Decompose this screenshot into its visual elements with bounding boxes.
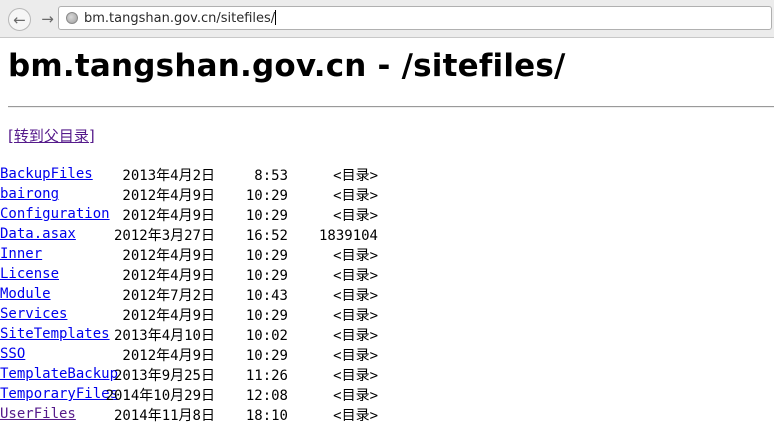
entry-size: <目录> [333,248,378,264]
listing-row: 2012年4月9日 10:29 <目录> bairong [0,186,774,206]
entry-size: 1839104 [318,228,378,244]
entry-size: <目录> [333,348,378,364]
forward-arrow-icon[interactable]: → [37,8,58,29]
entry-date: 2014年11月8日 [113,408,215,424]
listing-row: 2012年4月9日 10:29 <目录> Configuration [0,206,774,226]
entry-time: 10:29 [245,348,288,364]
entry-link[interactable]: TemplateBackup [0,366,118,382]
entry-time: 10:02 [245,328,288,344]
entry-time: 10:29 [245,268,288,284]
entry-time: 10:29 [245,188,288,204]
entry-date: 2012年4月9日 [122,348,215,364]
directory-listing: 2013年4月2日 8:53 <目录> BackupFiles 2012年4月9日 10:… [0,166,774,426]
entry-size: <目录> [333,168,378,184]
entry-time: 18:10 [245,408,288,424]
entry-link[interactable]: Data.asax [0,226,76,242]
entry-size: <目录> [333,288,378,304]
entry-size: <目录> [333,308,378,324]
entry-date: 2013年4月10日 [113,328,215,344]
entry-date: 2012年4月9日 [122,208,215,224]
listing-row: 2012年4月9日 10:29 <目录> SSO [0,346,774,366]
entry-link[interactable]: Configuration [0,206,110,222]
entry-time: 11:26 [245,368,288,384]
entry-date: 2014年10月29日 [105,388,215,404]
entry-date: 2012年4月9日 [122,268,215,284]
entry-link[interactable]: BackupFiles [0,166,93,182]
entry-link[interactable]: Services [0,306,67,322]
entry-date: 2012年3月27日 [113,228,215,244]
entry-size: <目录> [333,268,378,284]
page-title: bm.tangshan.gov.cn - /sitefiles/ [8,48,566,84]
entry-time: 16:52 [245,228,288,244]
entry-time: 10:43 [245,288,288,304]
parent-directory-link[interactable]: [转到父目录] [8,125,95,146]
listing-row: 2012年3月27日 16:52 1839104 Data.asax [0,226,774,246]
listing-row: 2012年4月9日 10:29 <目录> Services [0,306,774,326]
entry-date: 2012年4月9日 [122,248,215,264]
listing-row: 2014年11月8日 18:10 <目录> UserFiles [0,406,774,426]
browser-toolbar: ← → bm.tangshan.gov.cn/sitefiles/ [0,0,774,38]
entry-size: <目录> [333,368,378,384]
listing-row: 2013年4月10日 10:02 <目录> SiteTemplates [0,326,774,346]
entry-date: 2012年4月9日 [122,308,215,324]
entry-size: <目录> [333,328,378,344]
entry-time: 8:53 [254,168,288,184]
listing-row: 2012年4月9日 10:29 <目录> License [0,266,774,286]
entry-size: <目录> [333,188,378,204]
entry-link[interactable]: Module [0,286,51,302]
listing-row: 2013年9月25日 11:26 <目录> TemplateBackup [0,366,774,386]
listing-row: 2013年4月2日 8:53 <目录> BackupFiles [0,166,774,186]
entry-time: 10:29 [245,248,288,264]
text-caret [275,10,277,25]
entry-date: 2012年7月2日 [122,288,215,304]
horizontal-rule [8,106,774,108]
entry-date: 2012年4月9日 [122,188,215,204]
address-bar[interactable]: bm.tangshan.gov.cn/sitefiles/ [58,6,772,30]
url-text[interactable]: bm.tangshan.gov.cn/sitefiles/ [84,10,277,26]
entry-link[interactable]: License [0,266,59,282]
listing-row: 2012年7月2日 10:43 <目录> Module [0,286,774,306]
entry-time: 12:08 [245,388,288,404]
entry-date: 2013年4月2日 [122,168,215,184]
entry-size: <目录> [333,388,378,404]
entry-time: 10:29 [245,208,288,224]
listing-row: 2014年10月29日 12:08 <目录> TemporaryFiles [0,386,774,406]
entry-link[interactable]: Inner [0,246,42,262]
back-arrow-icon[interactable]: ← [8,8,31,31]
entry-size: <目录> [333,408,378,424]
entry-link[interactable]: SSO [0,346,25,362]
entry-link[interactable]: TemporaryFiles [0,386,118,402]
globe-icon [66,12,78,24]
listing-row: 2012年4月9日 10:29 <目录> Inner [0,246,774,266]
entry-link[interactable]: bairong [0,186,59,202]
entry-link[interactable]: SiteTemplates [0,326,110,342]
entry-time: 10:29 [245,308,288,324]
entry-date: 2013年9月25日 [113,368,215,384]
entry-link[interactable]: UserFiles [0,406,76,422]
entry-size: <目录> [333,208,378,224]
